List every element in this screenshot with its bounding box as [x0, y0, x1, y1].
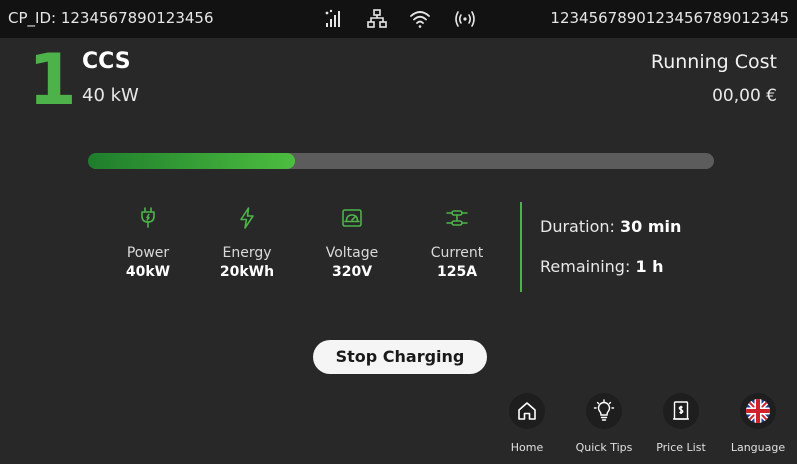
metric-value: 40kW: [125, 264, 171, 280]
running-cost-value: 00,00 €: [712, 86, 777, 106]
charging-progress-bar: [88, 153, 714, 169]
lightbulb-icon: [593, 399, 615, 421]
nav-label-price-list: Price List: [656, 441, 706, 454]
metric-label: Current: [430, 245, 484, 261]
serial-number: 1234567890123456789012345: [550, 9, 789, 27]
connector-power: 40 kW: [82, 85, 139, 106]
current-icon: [445, 206, 469, 230]
nav-language[interactable]: Language: [718, 393, 797, 459]
remaining-label: Remaining:: [540, 257, 631, 276]
signal-strength-icon: [321, 7, 345, 31]
remaining-value: 1 h: [635, 257, 664, 276]
metric-voltage: Voltage 320V: [307, 206, 397, 280]
charge-point-id: CP_ID: 1234567890123456: [8, 9, 214, 27]
quick-tips-button[interactable]: [586, 393, 622, 429]
metric-current: Current 125A: [412, 206, 502, 280]
status-bar: CP_ID: 1234567890123456 1234567890123456…: [0, 0, 797, 38]
duration-value: 30 min: [619, 217, 682, 236]
nav-label-language: Language: [730, 441, 786, 454]
duration-label: Duration:: [540, 217, 615, 236]
home-button[interactable]: [509, 393, 545, 429]
lightning-icon: [235, 206, 259, 230]
uk-flag-icon: [746, 399, 770, 423]
rfid-icon: [453, 7, 477, 31]
gauge-icon: [340, 206, 364, 230]
network-icon: [365, 7, 389, 31]
home-icon: [518, 402, 536, 420]
nav-price-list[interactable]: Price List: [641, 393, 721, 459]
price-list-icon: [673, 401, 689, 420]
metric-value: 125A: [436, 264, 478, 280]
running-cost-label: Running Cost: [650, 51, 777, 73]
nav-label-home: Home: [510, 441, 544, 454]
charging-progress-fill: [88, 153, 295, 169]
connector-number: 1: [28, 39, 77, 121]
metric-energy: Energy 20kWh: [202, 206, 292, 280]
nav-home[interactable]: Home: [487, 393, 567, 459]
language-button[interactable]: [740, 393, 776, 429]
duration-row: Duration: 30 min: [540, 217, 681, 236]
remaining-row: Remaining: 1 h: [540, 257, 664, 276]
metric-value: 20kWh: [219, 264, 275, 280]
metric-label: Power: [126, 245, 170, 261]
plug-icon: [136, 206, 160, 230]
stop-charging-button[interactable]: Stop Charging: [313, 340, 487, 374]
wifi-icon: [408, 7, 432, 31]
nav-label-quick-tips: Quick Tips: [575, 441, 633, 454]
metric-label: Energy: [222, 245, 272, 261]
section-divider: [520, 202, 522, 292]
metric-value: 320V: [331, 264, 373, 280]
price-list-button[interactable]: [663, 393, 699, 429]
connector-type: CCS: [82, 49, 131, 74]
nav-quick-tips[interactable]: Quick Tips: [564, 393, 644, 459]
metric-power: Power 40kW: [103, 206, 193, 280]
metric-label: Voltage: [325, 245, 379, 261]
